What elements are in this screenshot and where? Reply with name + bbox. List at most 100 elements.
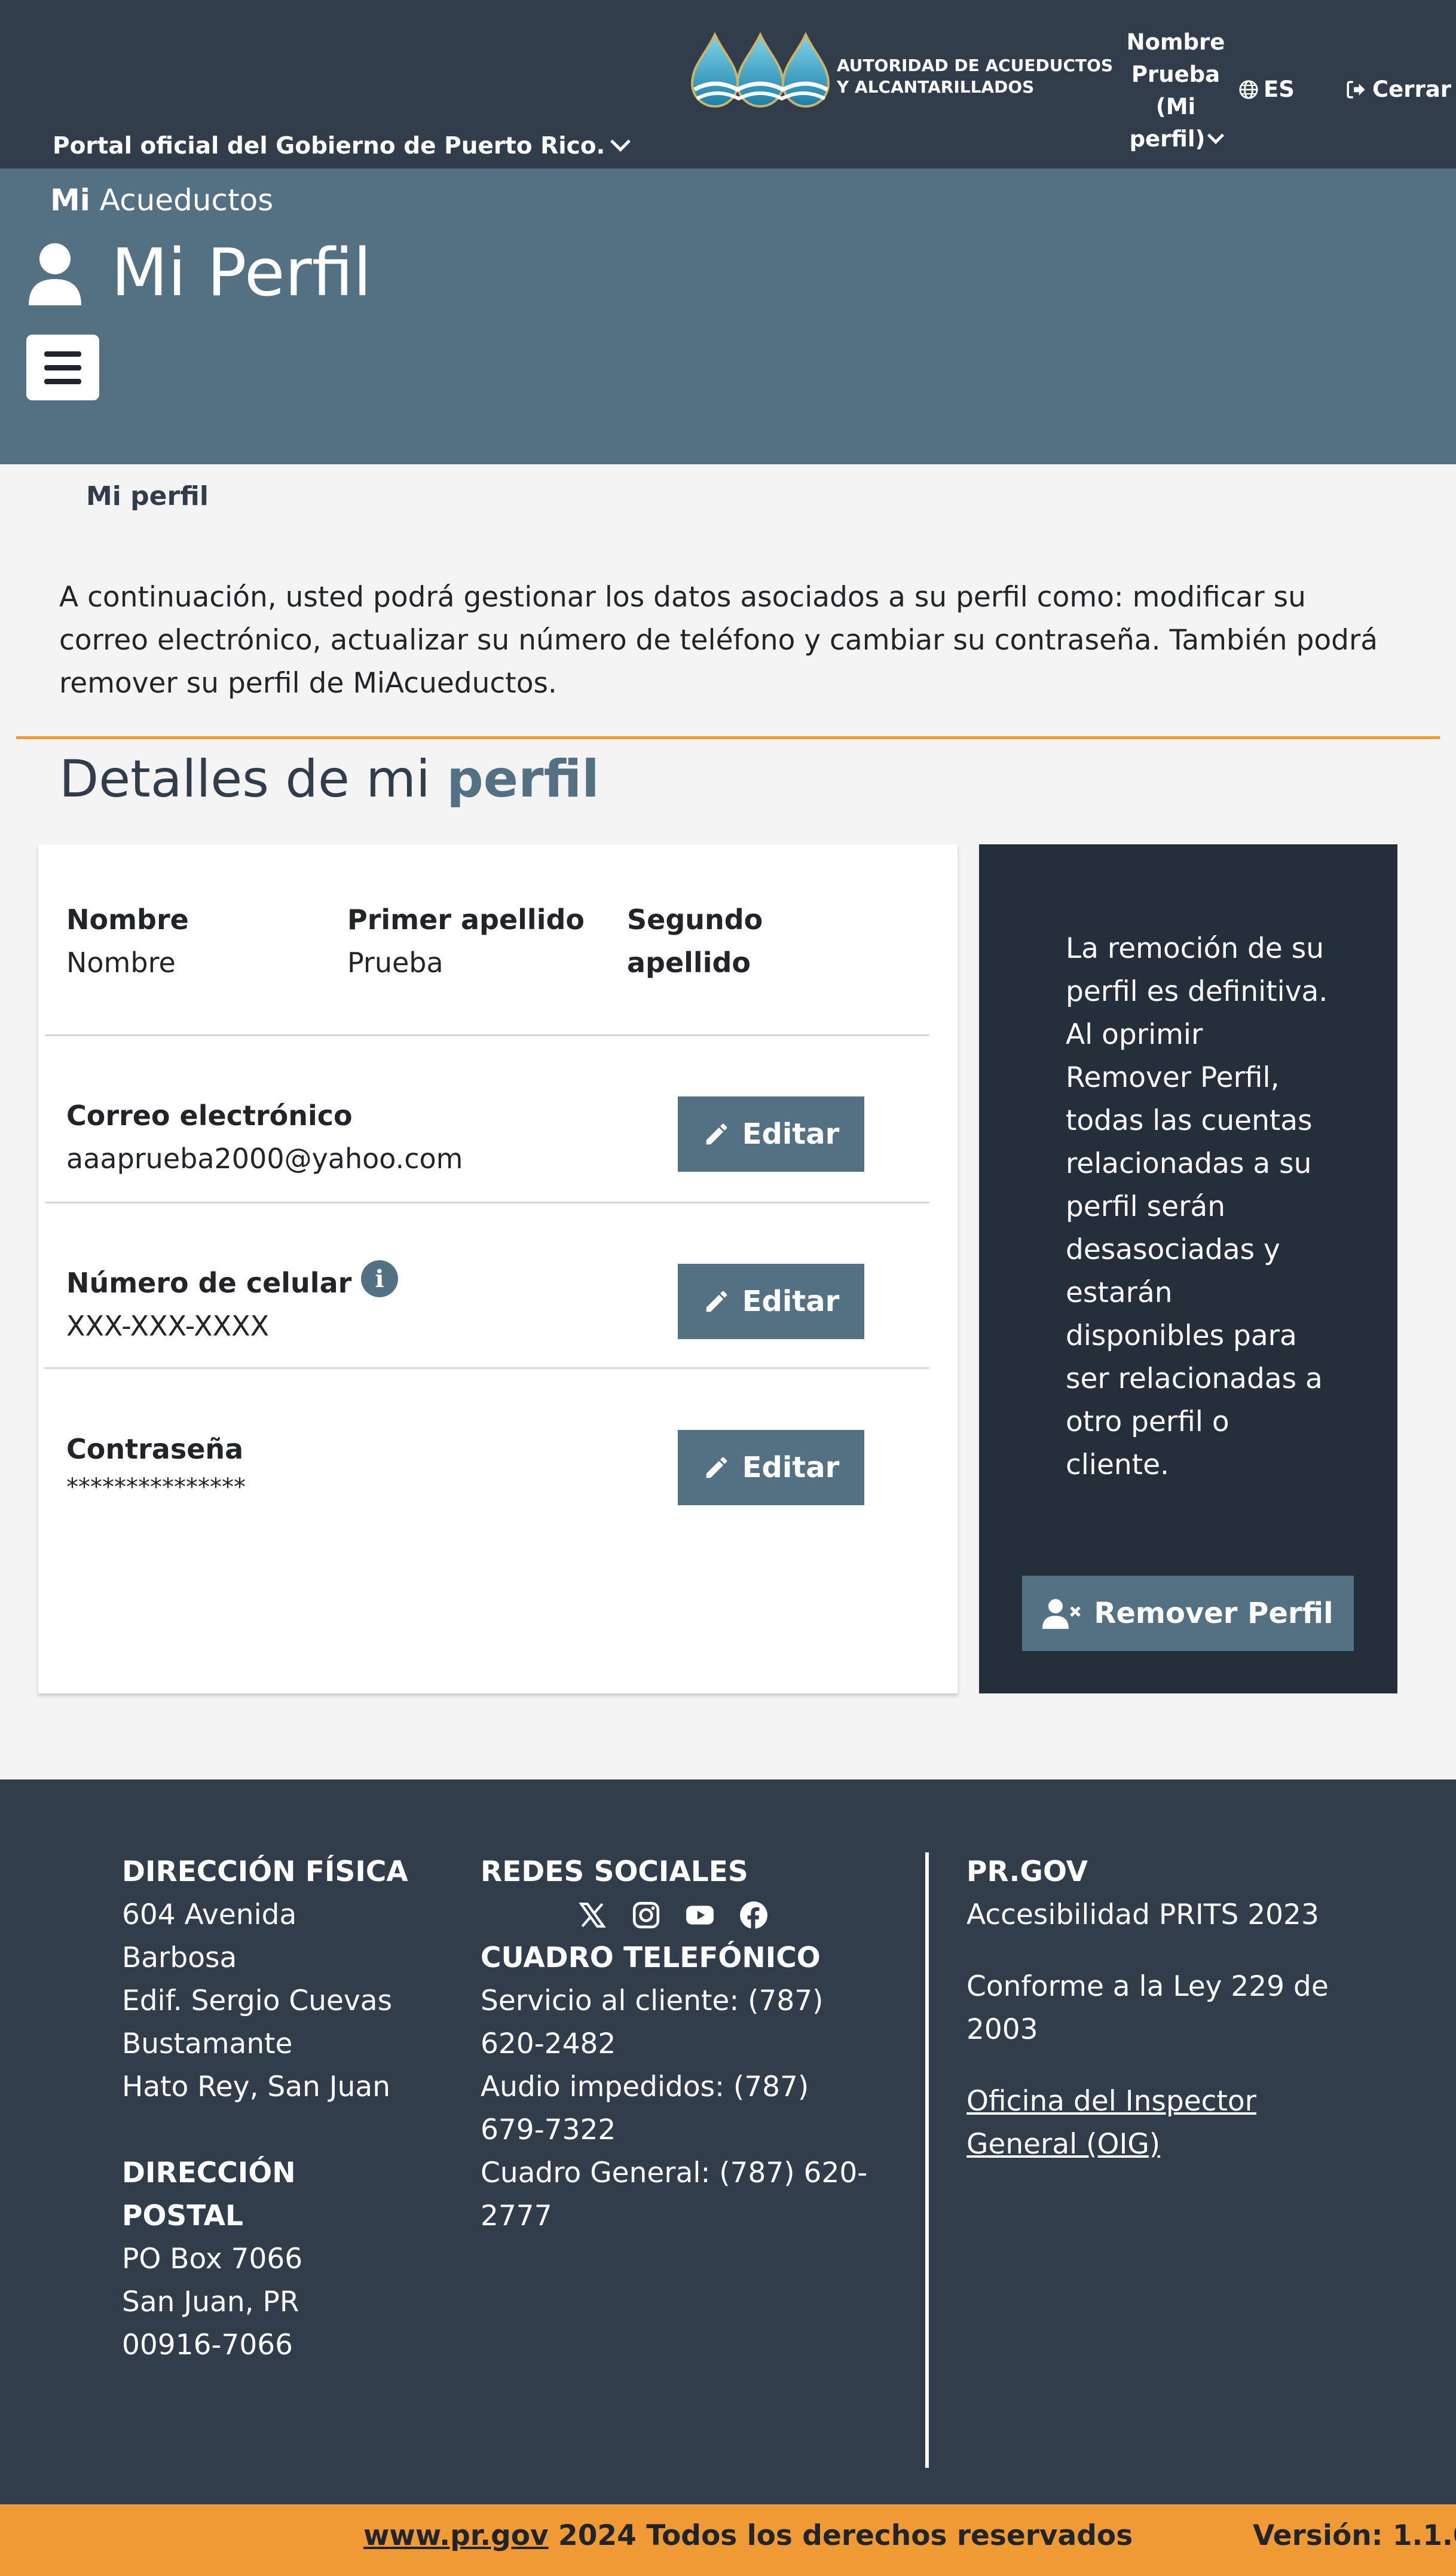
chevron-down-icon	[1207, 127, 1225, 145]
row-divider	[45, 1202, 929, 1203]
footer-fisica-line: Bustamante	[122, 2027, 293, 2060]
footer-phone-line: Servicio al cliente: (787)	[481, 1984, 824, 2017]
footer-postal-heading: DIRECCIÓN	[122, 2157, 296, 2189]
password-label: Contraseña	[66, 1433, 244, 1465]
edit-button-label: Editar	[742, 1117, 840, 1151]
section-divider	[16, 736, 1440, 739]
edit-button-label: Editar	[742, 1451, 840, 1484]
brand-rest: Acueductos	[90, 183, 274, 218]
primer-apellido-value: Prueba	[347, 947, 443, 979]
user-menu-line: Prueba	[1131, 62, 1221, 87]
hamburger-menu-button[interactable]	[26, 335, 99, 400]
footer-separator	[925, 1852, 929, 2468]
footer-cuadro-heading: CUADRO TELEFÓNICO	[481, 1941, 821, 1974]
footer-ley-text-2: 2003	[966, 2013, 1038, 2046]
hamburger-bar	[44, 365, 81, 370]
footer-phone-line: Audio impedidos: (787)	[481, 2070, 809, 2103]
footer-links-column: PR.GOV Accesibilidad PRITS 2023 Conforme…	[966, 1851, 1373, 2166]
footer-address-column: DIRECCIÓN FÍSICA 604 Avenida Barbosa Edi…	[122, 1851, 421, 2367]
remove-profile-button[interactable]: Remover Perfil	[1022, 1576, 1354, 1651]
remove-profile-warning: La remoción de su perfil es definitiva. …	[1066, 932, 1328, 1481]
details-heading-plain: Detalles de mi	[59, 749, 447, 809]
language-selector[interactable]: ES	[1238, 76, 1295, 102]
footer-prgov-heading: PR.GOV	[966, 1855, 1088, 1888]
app-brand: Mi Acueductos	[50, 183, 273, 218]
details-heading-bold: perfil	[446, 749, 599, 809]
footer-oig-link[interactable]: Oficina del Inspector	[966, 2080, 1373, 2123]
rights-text: 2024 Todos los derechos reservados	[548, 2519, 1133, 2552]
logo-text: AUTORIDAD DE ACUEDUCTOS Y ALCANTARILLADO…	[837, 55, 1113, 98]
footer-fisica-line: 604 Avenida	[122, 1898, 297, 1931]
copyright-text: www.pr.gov 2024 Todos los derechos reser…	[363, 2519, 1133, 2552]
aaa-logo	[691, 32, 830, 108]
info-icon[interactable]: i	[361, 1260, 398, 1297]
primer-apellido-label: Primer apellido	[347, 903, 585, 936]
nombre-label: Nombre	[66, 903, 189, 936]
phone-label: Número de celular	[66, 1267, 352, 1299]
phone-value: XXX-XXX-XXXX	[66, 1310, 270, 1342]
prgov-link[interactable]: www.pr.gov	[363, 2519, 549, 2552]
user-menu-line: perfil)	[1129, 126, 1206, 152]
intro-paragraph: A continuación, usted podrá gestionar lo…	[59, 581, 1378, 700]
nombre-value: Nombre	[66, 947, 176, 979]
email-label: Correo electrónico	[66, 1099, 353, 1132]
password-value: ***************	[66, 1474, 246, 1501]
pencil-icon	[706, 1291, 727, 1312]
details-heading: Detalles de mi perfil	[59, 749, 599, 809]
hamburger-bar	[44, 351, 81, 357]
logout-button[interactable]: Cerrar	[1345, 76, 1451, 102]
footer-redes-heading: REDES SOCIALES	[481, 1855, 748, 1888]
youtube-icon[interactable]	[685, 1900, 715, 1930]
email-value: aaaprueba2000@yahoo.com	[66, 1142, 463, 1175]
logout-icon	[1347, 80, 1365, 99]
footer-contact-column: REDES SOCIALES CUADRO TELEFÓNICO Servici…	[481, 1851, 887, 2238]
globe-icon	[1239, 79, 1258, 99]
edit-phone-button[interactable]: Editar	[678, 1264, 864, 1339]
pencil-icon	[706, 1123, 727, 1145]
edit-button-label: Editar	[742, 1285, 840, 1318]
language-label: ES	[1264, 76, 1295, 102]
footer-ley-text: Conforme a la Ley 229 de	[966, 1970, 1329, 2003]
segundo-apellido-label: Segundo	[627, 903, 763, 936]
edit-email-button[interactable]: Editar	[678, 1096, 864, 1172]
footer-oig-link-2[interactable]: General (OIG)	[966, 2123, 1373, 2166]
x-icon[interactable]	[577, 1900, 607, 1930]
remove-profile-label: Remover Perfil	[1094, 1597, 1333, 1630]
footer-phone-line: 620-2482	[481, 2027, 616, 2060]
version-label: Versión: 1.1.0	[1253, 2519, 1456, 2552]
footer-fisica-line: Edif. Sergio Cuevas	[122, 1984, 393, 2017]
chevron-down-icon	[610, 131, 631, 152]
user-icon	[29, 243, 81, 305]
footer-phone-line: 679-7322	[481, 2114, 616, 2146]
footer-prits-link[interactable]: Accesibilidad PRITS 2023	[966, 1894, 1373, 1937]
page-title: Mi Perfil	[111, 234, 372, 311]
footer-fisica-line: Barbosa	[122, 1941, 237, 1974]
footer-postal-heading-2: POSTAL	[122, 2200, 243, 2232]
logo-line-1: AUTORIDAD DE ACUEDUCTOS	[837, 56, 1114, 75]
user-menu-line: (Mi	[1155, 94, 1196, 120]
social-links	[481, 1894, 887, 1937]
logout-label: Cerrar	[1372, 76, 1451, 102]
footer-fisica-heading: DIRECCIÓN FÍSICA	[122, 1855, 408, 1888]
segundo-apellido-label-2: apellido	[627, 947, 751, 979]
edit-password-button[interactable]: Editar	[678, 1430, 864, 1505]
footer-fisica-line: Hato Rey, San Juan	[122, 2070, 391, 2103]
footer-postal-line: PO Box 7066	[122, 2243, 303, 2275]
footer-phone-line: Cuadro General: (787) 620-	[481, 2157, 868, 2189]
breadcrumb: Mi perfil	[86, 481, 209, 511]
user-menu-dropdown[interactable]: Nombre Prueba (Mi perfil)	[1113, 26, 1238, 155]
user-menu-line: Nombre	[1126, 29, 1225, 55]
gov-portal-link[interactable]: Portal oficial del Gobierno de Puerto Ri…	[53, 131, 631, 160]
brand-bold: Mi	[50, 183, 90, 218]
user-remove-icon	[1042, 1599, 1081, 1629]
gov-portal-link-label: Portal oficial del Gobierno de Puerto Ri…	[53, 133, 605, 160]
facebook-icon[interactable]	[739, 1900, 769, 1930]
row-divider	[45, 1367, 929, 1369]
footer-postal-line: 00916-7066	[122, 2329, 293, 2361]
footer-phone-line: 2777	[481, 2200, 552, 2232]
logo-line-2: Y ALCANTARILLADOS	[837, 77, 1035, 97]
instagram-icon[interactable]	[631, 1900, 661, 1930]
footer-postal-line: San Juan, PR	[122, 2286, 299, 2318]
row-divider	[45, 1034, 929, 1036]
hamburger-bar	[44, 378, 81, 384]
